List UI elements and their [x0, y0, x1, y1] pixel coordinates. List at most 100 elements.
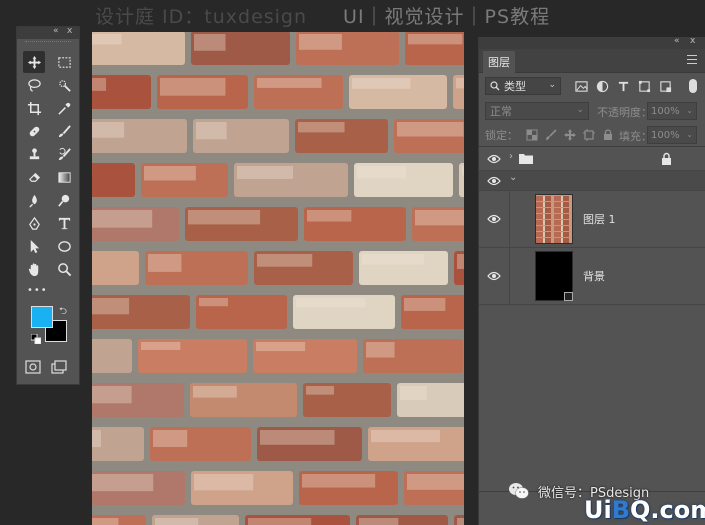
- brick-highlight: [359, 518, 399, 525]
- layer-name[interactable]: 背景: [583, 268, 605, 284]
- more-tools-label: •••: [27, 284, 48, 296]
- opacity-value: 100%: [651, 105, 680, 117]
- healing-brush-tool-icon[interactable]: [23, 120, 45, 142]
- lock-label: 锁定：: [485, 128, 518, 142]
- filter-toggle[interactable]: [689, 79, 697, 93]
- quick-select-tool-icon[interactable]: [53, 74, 75, 96]
- pixel-filter-icon[interactable]: [575, 80, 588, 93]
- chevron-down-icon: ⌄: [686, 106, 693, 115]
- eraser-tool-icon[interactable]: [23, 166, 45, 188]
- brick-highlight: [92, 474, 154, 492]
- layer-name[interactable]: 图层 1: [583, 211, 616, 227]
- brush-tool-icon[interactable]: [53, 120, 75, 142]
- eye-icon[interactable]: [487, 214, 501, 224]
- collapse-icon[interactable]: «: [53, 26, 59, 36]
- panel-menu-icon[interactable]: [687, 55, 697, 65]
- brick-highlight: [352, 78, 411, 89]
- brick-highlight: [194, 474, 254, 491]
- move-tool-icon[interactable]: [23, 51, 45, 73]
- chevron-right-icon[interactable]: ›: [509, 151, 513, 162]
- brick-highlight: [92, 518, 119, 525]
- tab-layers[interactable]: 图层: [483, 51, 515, 73]
- brick-highlight: [457, 518, 464, 525]
- eye-icon[interactable]: [487, 176, 501, 186]
- layer-group-row[interactable]: ›: [479, 147, 705, 171]
- layers-tabbar: 图层: [479, 49, 705, 73]
- wechat-icon: [509, 483, 529, 499]
- ellipse-tool-icon[interactable]: [53, 235, 75, 257]
- lock-pixels-icon[interactable]: [545, 128, 557, 141]
- smart-object-filter-icon[interactable]: [659, 80, 672, 93]
- close-icon[interactable]: x: [67, 26, 72, 36]
- chevron-down-icon: ⌄: [576, 105, 584, 115]
- default-colors-icon[interactable]: [31, 334, 41, 344]
- eye-icon[interactable]: [487, 271, 501, 281]
- more-tools-icon[interactable]: •••: [17, 280, 79, 300]
- layer-thumbnail[interactable]: [535, 194, 573, 244]
- fill-input[interactable]: 100% ⌄: [647, 126, 697, 144]
- filter-kind-select[interactable]: 类型 ⌄: [485, 77, 561, 95]
- marquee-tool-icon[interactable]: [53, 51, 75, 73]
- screen-mode-icon[interactable]: [51, 360, 67, 374]
- brick-highlight: [92, 78, 107, 91]
- brick-highlight: [237, 166, 294, 179]
- opacity-input[interactable]: 100% ⌄: [647, 102, 697, 120]
- lock-artboard-icon[interactable]: [583, 128, 595, 141]
- lock-row: 锁定： 填充： 100% ⌄: [479, 123, 705, 147]
- close-icon[interactable]: x: [690, 36, 695, 46]
- collapse-icon[interactable]: «: [674, 36, 680, 46]
- dodge-tool-icon[interactable]: [53, 189, 75, 211]
- layers-panel-titlebar[interactable]: « x: [479, 36, 705, 49]
- chevron-down-icon: ⌄: [686, 130, 693, 139]
- swap-colors-icon[interactable]: ⮌: [59, 304, 67, 321]
- blend-row: 正常 ⌄ 不透明度： 100% ⌄: [479, 99, 705, 123]
- blur-tool-icon[interactable]: [23, 189, 45, 211]
- adjustment-filter-icon[interactable]: [596, 80, 609, 93]
- document-canvas[interactable]: [92, 32, 464, 525]
- layer-group-open-row[interactable]: ⌄: [479, 171, 705, 191]
- type-tool-icon[interactable]: [53, 212, 75, 234]
- brick-wall-image: [92, 32, 464, 525]
- brick-highlight: [457, 254, 464, 269]
- lock-position-icon[interactable]: [564, 128, 576, 141]
- color-swatches: ⮌: [17, 302, 79, 358]
- layer-row-layer1[interactable]: 图层 1: [479, 191, 705, 248]
- blend-mode-value: 正常: [490, 105, 512, 118]
- foreground-color-swatch[interactable]: [31, 306, 53, 328]
- tool-grid: [17, 51, 79, 280]
- lock-icon: [662, 152, 671, 165]
- layer-thumbnail[interactable]: [535, 251, 573, 301]
- layers-panel: « x 图层 类型 ⌄ 正常 ⌄ 不透明度： 100% ⌄ 锁定： 填充： 10…: [478, 36, 705, 525]
- crop-tool-icon[interactable]: [23, 97, 45, 119]
- brick-highlight: [407, 474, 464, 490]
- quick-mask-icon[interactable]: [25, 360, 41, 374]
- hand-tool-icon[interactable]: [23, 258, 45, 280]
- zoom-tool-icon[interactable]: [53, 258, 75, 280]
- brick: [92, 163, 135, 197]
- gradient-tool-icon[interactable]: [53, 166, 75, 188]
- brick-highlight: [92, 122, 125, 138]
- brick-highlight: [366, 342, 395, 358]
- brick-highlight: [307, 210, 352, 222]
- clone-stamp-tool-icon[interactable]: [23, 143, 45, 165]
- brick-highlight: [404, 298, 446, 311]
- eyedropper-tool-icon[interactable]: [53, 97, 75, 119]
- layer-row-background[interactable]: 背景: [479, 248, 705, 305]
- brick-highlight: [196, 122, 227, 140]
- eye-icon[interactable]: [487, 154, 501, 164]
- pen-tool-icon[interactable]: [23, 212, 45, 234]
- history-brush-tool-icon[interactable]: [53, 143, 75, 165]
- type-filter-icon[interactable]: [617, 80, 630, 93]
- panel-grip[interactable]: [25, 41, 71, 49]
- lasso-tool-icon[interactable]: [23, 74, 45, 96]
- chevron-down-icon[interactable]: ⌄: [509, 172, 517, 183]
- tools-bottom: [17, 360, 79, 374]
- lock-all-icon[interactable]: [602, 128, 614, 141]
- tools-panel-titlebar[interactable]: « x: [17, 26, 79, 39]
- brick-highlight: [298, 122, 345, 133]
- path-select-tool-icon[interactable]: [23, 235, 45, 257]
- blend-mode-select[interactable]: 正常 ⌄: [485, 102, 589, 120]
- lock-transparent-icon[interactable]: [526, 129, 538, 141]
- shape-filter-icon[interactable]: [638, 80, 651, 93]
- brick-highlight: [357, 166, 406, 179]
